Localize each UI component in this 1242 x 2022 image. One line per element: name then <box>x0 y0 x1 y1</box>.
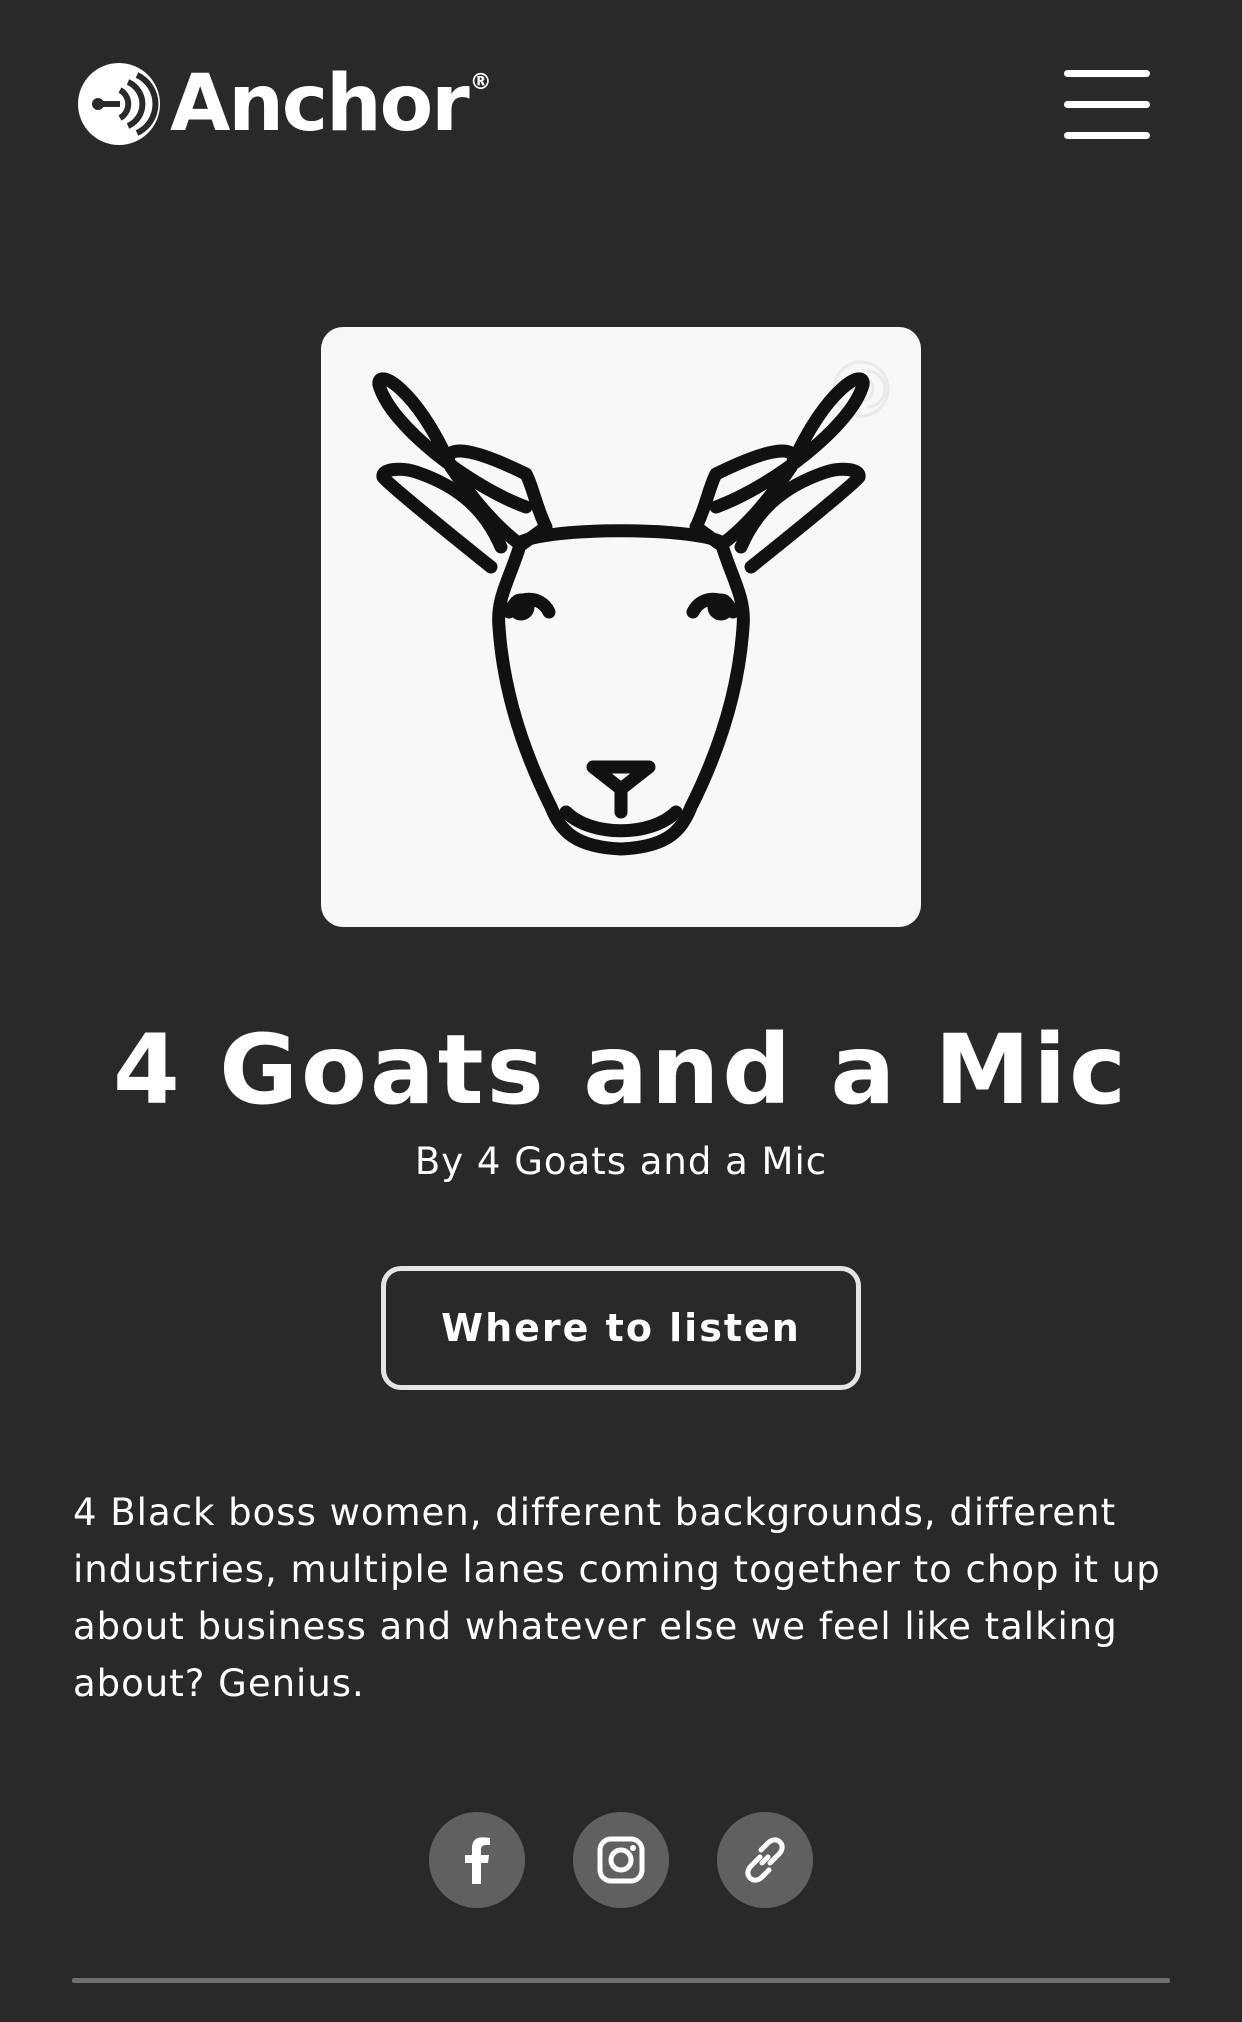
instagram-icon <box>597 1836 645 1884</box>
link-icon <box>745 1837 785 1883</box>
brand-name: Anchor <box>170 59 470 149</box>
podcast-profile-page: Anchor ® 4 Goats and a Mic By 4 Goats an… <box>0 0 1242 2022</box>
registered-mark: ® <box>469 70 492 95</box>
podcast-description: 4 Black boss women, different background… <box>73 1491 1161 1705</box>
instagram-link[interactable] <box>573 1812 669 1908</box>
hamburger-menu-icon[interactable] <box>1060 66 1154 142</box>
header: Anchor ® <box>0 0 1242 210</box>
goat-head-icon <box>372 360 890 856</box>
facebook-icon <box>465 1837 490 1884</box>
section-divider <box>72 1978 1170 1983</box>
anchor-logo[interactable]: Anchor ® <box>76 52 492 156</box>
podcast-cover-art <box>321 327 921 927</box>
podcast-author: By 4 Goats and a Mic <box>414 1140 828 1183</box>
anchor-logo-icon <box>78 63 160 145</box>
facebook-link[interactable] <box>429 1812 525 1908</box>
website-link[interactable] <box>717 1812 813 1908</box>
podcast-title: 4 Goats and a Mic <box>112 1014 1129 1126</box>
where-to-listen-button[interactable]: Where to listen <box>381 1266 861 1390</box>
